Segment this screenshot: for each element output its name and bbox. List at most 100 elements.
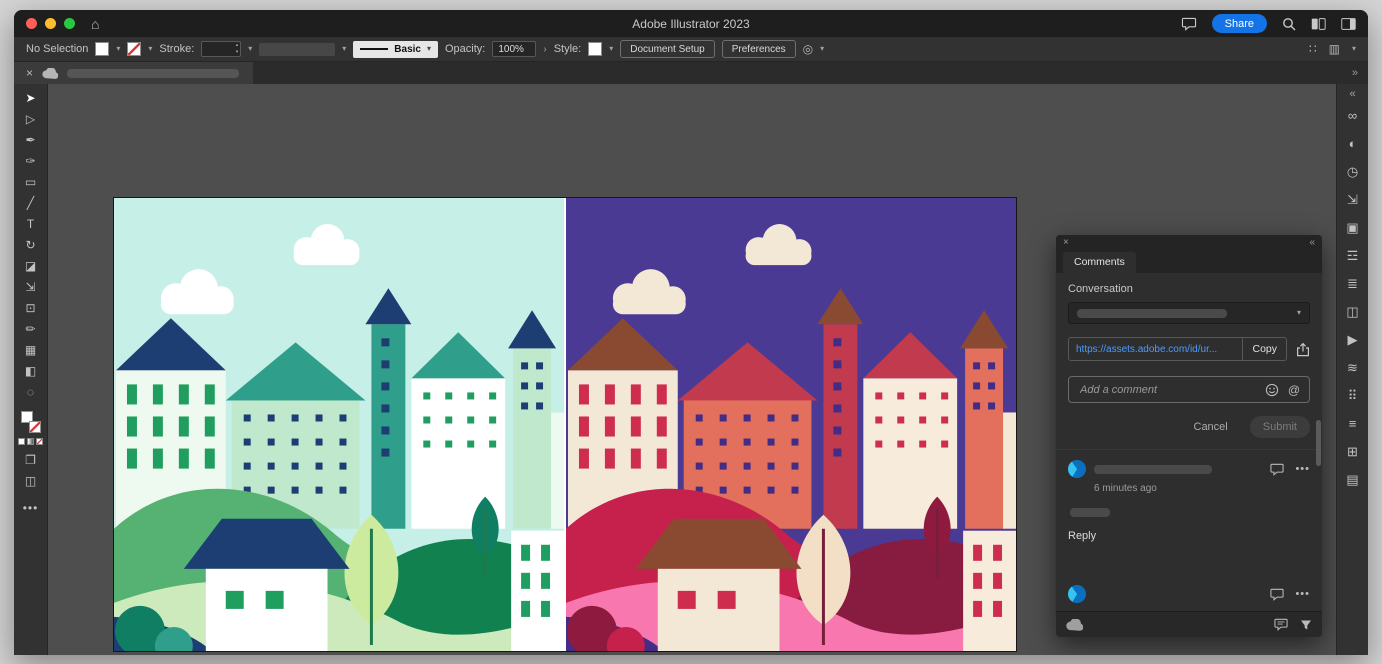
stroke-weight-chevron-icon[interactable]: [248, 45, 252, 53]
link-icon[interactable]: ∞: [1348, 106, 1357, 125]
history-icon[interactable]: ◷: [1347, 162, 1358, 181]
document-setup-button[interactable]: Document Setup: [620, 40, 715, 58]
actions-icon[interactable]: ▶: [1347, 330, 1357, 349]
fullscreen-window-button[interactable]: [64, 18, 75, 29]
stroke-style-dropdown[interactable]: Basic: [353, 41, 438, 58]
fill-color-chip[interactable]: [95, 42, 109, 56]
direct-selection-tool[interactable]: ▷: [14, 108, 47, 129]
pen-tool[interactable]: ✒: [14, 129, 47, 150]
stroke-chevron-icon[interactable]: [148, 45, 152, 53]
search-icon[interactable]: [1282, 17, 1296, 31]
reply-link[interactable]: Reply: [1068, 530, 1310, 542]
titlebar: ⌂ Adobe Illustrator 2023 Share: [14, 10, 1368, 37]
comments-toggle-icon[interactable]: [1181, 17, 1197, 31]
draw-mode-icon[interactable]: ❐: [14, 449, 47, 470]
comment-list-icon[interactable]: [1274, 618, 1288, 631]
pencil-tool[interactable]: ✏: [14, 318, 47, 339]
hidden-tabs-icon[interactable]: »: [1342, 62, 1368, 84]
comments-panel-header[interactable]: × «: [1056, 235, 1322, 250]
comment-input[interactable]: [1078, 383, 1256, 397]
rotate-tool[interactable]: ↻: [14, 234, 47, 255]
comments-panel-body: Conversation https://assets.adobe.com/id…: [1056, 273, 1322, 611]
appearance-icon[interactable]: ≋: [1347, 358, 1358, 377]
reply-bubble-icon[interactable]: [1270, 588, 1284, 601]
line-segment-tool[interactable]: ╱: [14, 192, 47, 213]
opacity-input[interactable]: 100%: [492, 41, 536, 57]
align-icon[interactable]: ≡: [1349, 414, 1357, 433]
comment-input-row: @: [1068, 376, 1310, 403]
share-button[interactable]: Share: [1212, 14, 1267, 33]
zoom-tool[interactable]: ◌: [14, 381, 47, 402]
type-tool[interactable]: T: [14, 213, 47, 234]
stroke-swatch[interactable]: [29, 421, 41, 433]
libraries-icon[interactable]: ⊞: [1347, 442, 1358, 461]
rectangle-tool[interactable]: ▭: [14, 171, 47, 192]
screen-mode-icon[interactable]: ◫: [14, 470, 47, 491]
workspace-layout-icon[interactable]: [1341, 18, 1356, 30]
edit-toolbar-icon[interactable]: •••: [23, 501, 39, 515]
artboard[interactable]: [113, 197, 1017, 652]
home-icon[interactable]: ⌂: [91, 17, 99, 31]
none-mode-icon[interactable]: [36, 438, 43, 445]
canvas[interactable]: × « Comments Conversation: [48, 84, 1336, 655]
asset-export-icon[interactable]: ◫: [1346, 302, 1358, 321]
mention-icon[interactable]: @: [1288, 383, 1300, 397]
reply-bubble-icon[interactable]: [1270, 463, 1284, 476]
share-link-url[interactable]: https://assets.adobe.com/id/ur...: [1069, 338, 1242, 360]
gradient-panel-icon[interactable]: ◐: [1349, 134, 1357, 153]
close-tab-icon[interactable]: ×: [26, 67, 33, 79]
document-tab[interactable]: ×: [14, 62, 253, 84]
fill-stroke-swatches[interactable]: [20, 410, 42, 434]
mesh-tool[interactable]: ▦: [14, 339, 47, 360]
tab-comments[interactable]: Comments: [1063, 252, 1136, 273]
control-bar: No Selection Stroke: Basic Opacity: 100%…: [14, 37, 1368, 62]
scale-tool[interactable]: ⇲: [14, 276, 47, 297]
eraser-tool[interactable]: ◪: [14, 255, 47, 276]
conversation-dropdown[interactable]: [1068, 302, 1310, 324]
opacity-chevron-icon[interactable]: [543, 44, 546, 55]
close-window-button[interactable]: [26, 18, 37, 29]
stroke-color-chip[interactable]: [127, 42, 141, 56]
style-chip[interactable]: [588, 42, 602, 56]
arrange-documents-grid-icon[interactable]: ∷: [1309, 42, 1317, 56]
fill-chevron-icon[interactable]: [116, 45, 120, 53]
stroke-weight-stepper[interactable]: [201, 41, 241, 57]
properties-icon[interactable]: ☲: [1347, 246, 1359, 265]
curvature-tool[interactable]: ✑: [14, 150, 47, 171]
swatches-icon[interactable]: ▤: [1346, 470, 1358, 489]
gradient-tool[interactable]: ◧: [14, 360, 47, 381]
document-tab-bar: × »: [14, 62, 1368, 84]
color-mode-icon[interactable]: [18, 438, 25, 445]
more-options-icon[interactable]: •••: [1295, 588, 1310, 600]
artboards-icon[interactable]: ▣: [1346, 218, 1358, 237]
gradient-mode-icon[interactable]: [27, 438, 34, 445]
pattern-icon[interactable]: ⠿: [1348, 386, 1358, 405]
close-panel-icon[interactable]: ×: [1063, 238, 1069, 248]
green-cityscape-illustration: [114, 198, 564, 651]
expand-panels-icon[interactable]: «: [1349, 88, 1355, 100]
more-options-icon[interactable]: •••: [1295, 463, 1310, 475]
selection-tool[interactable]: ➤: [14, 87, 47, 108]
share-export-icon[interactable]: [1296, 342, 1310, 357]
preferences-button[interactable]: Preferences: [722, 40, 796, 58]
minimize-window-button[interactable]: [45, 18, 56, 29]
select-similar-icon[interactable]: ◎: [803, 42, 813, 56]
emoji-icon[interactable]: [1265, 383, 1279, 397]
collapse-panel-icon[interactable]: «: [1309, 238, 1315, 248]
workspace-switcher-icon[interactable]: ▥: [1329, 42, 1340, 56]
arrange-documents-icon[interactable]: [1311, 18, 1326, 30]
export-icon[interactable]: ⇲: [1347, 190, 1358, 209]
filter-icon[interactable]: [1300, 619, 1312, 631]
brush-chevron-icon[interactable]: [342, 45, 346, 53]
brush-definition-field[interactable]: [259, 43, 335, 56]
cancel-button[interactable]: Cancel: [1188, 420, 1234, 434]
shape-builder-tool[interactable]: ⊡: [14, 297, 47, 318]
workspace-chevron-icon[interactable]: [1352, 45, 1356, 53]
panel-scrollbar[interactable]: [1316, 420, 1321, 466]
copy-link-button[interactable]: Copy: [1242, 338, 1286, 360]
submit-button[interactable]: Submit: [1250, 416, 1310, 438]
controlbar-right-icons: ∷ ▥: [1309, 42, 1356, 56]
select-similar-chevron-icon[interactable]: [820, 45, 824, 53]
style-chevron-icon[interactable]: [609, 45, 613, 53]
layers-icon[interactable]: ≣: [1347, 274, 1358, 293]
